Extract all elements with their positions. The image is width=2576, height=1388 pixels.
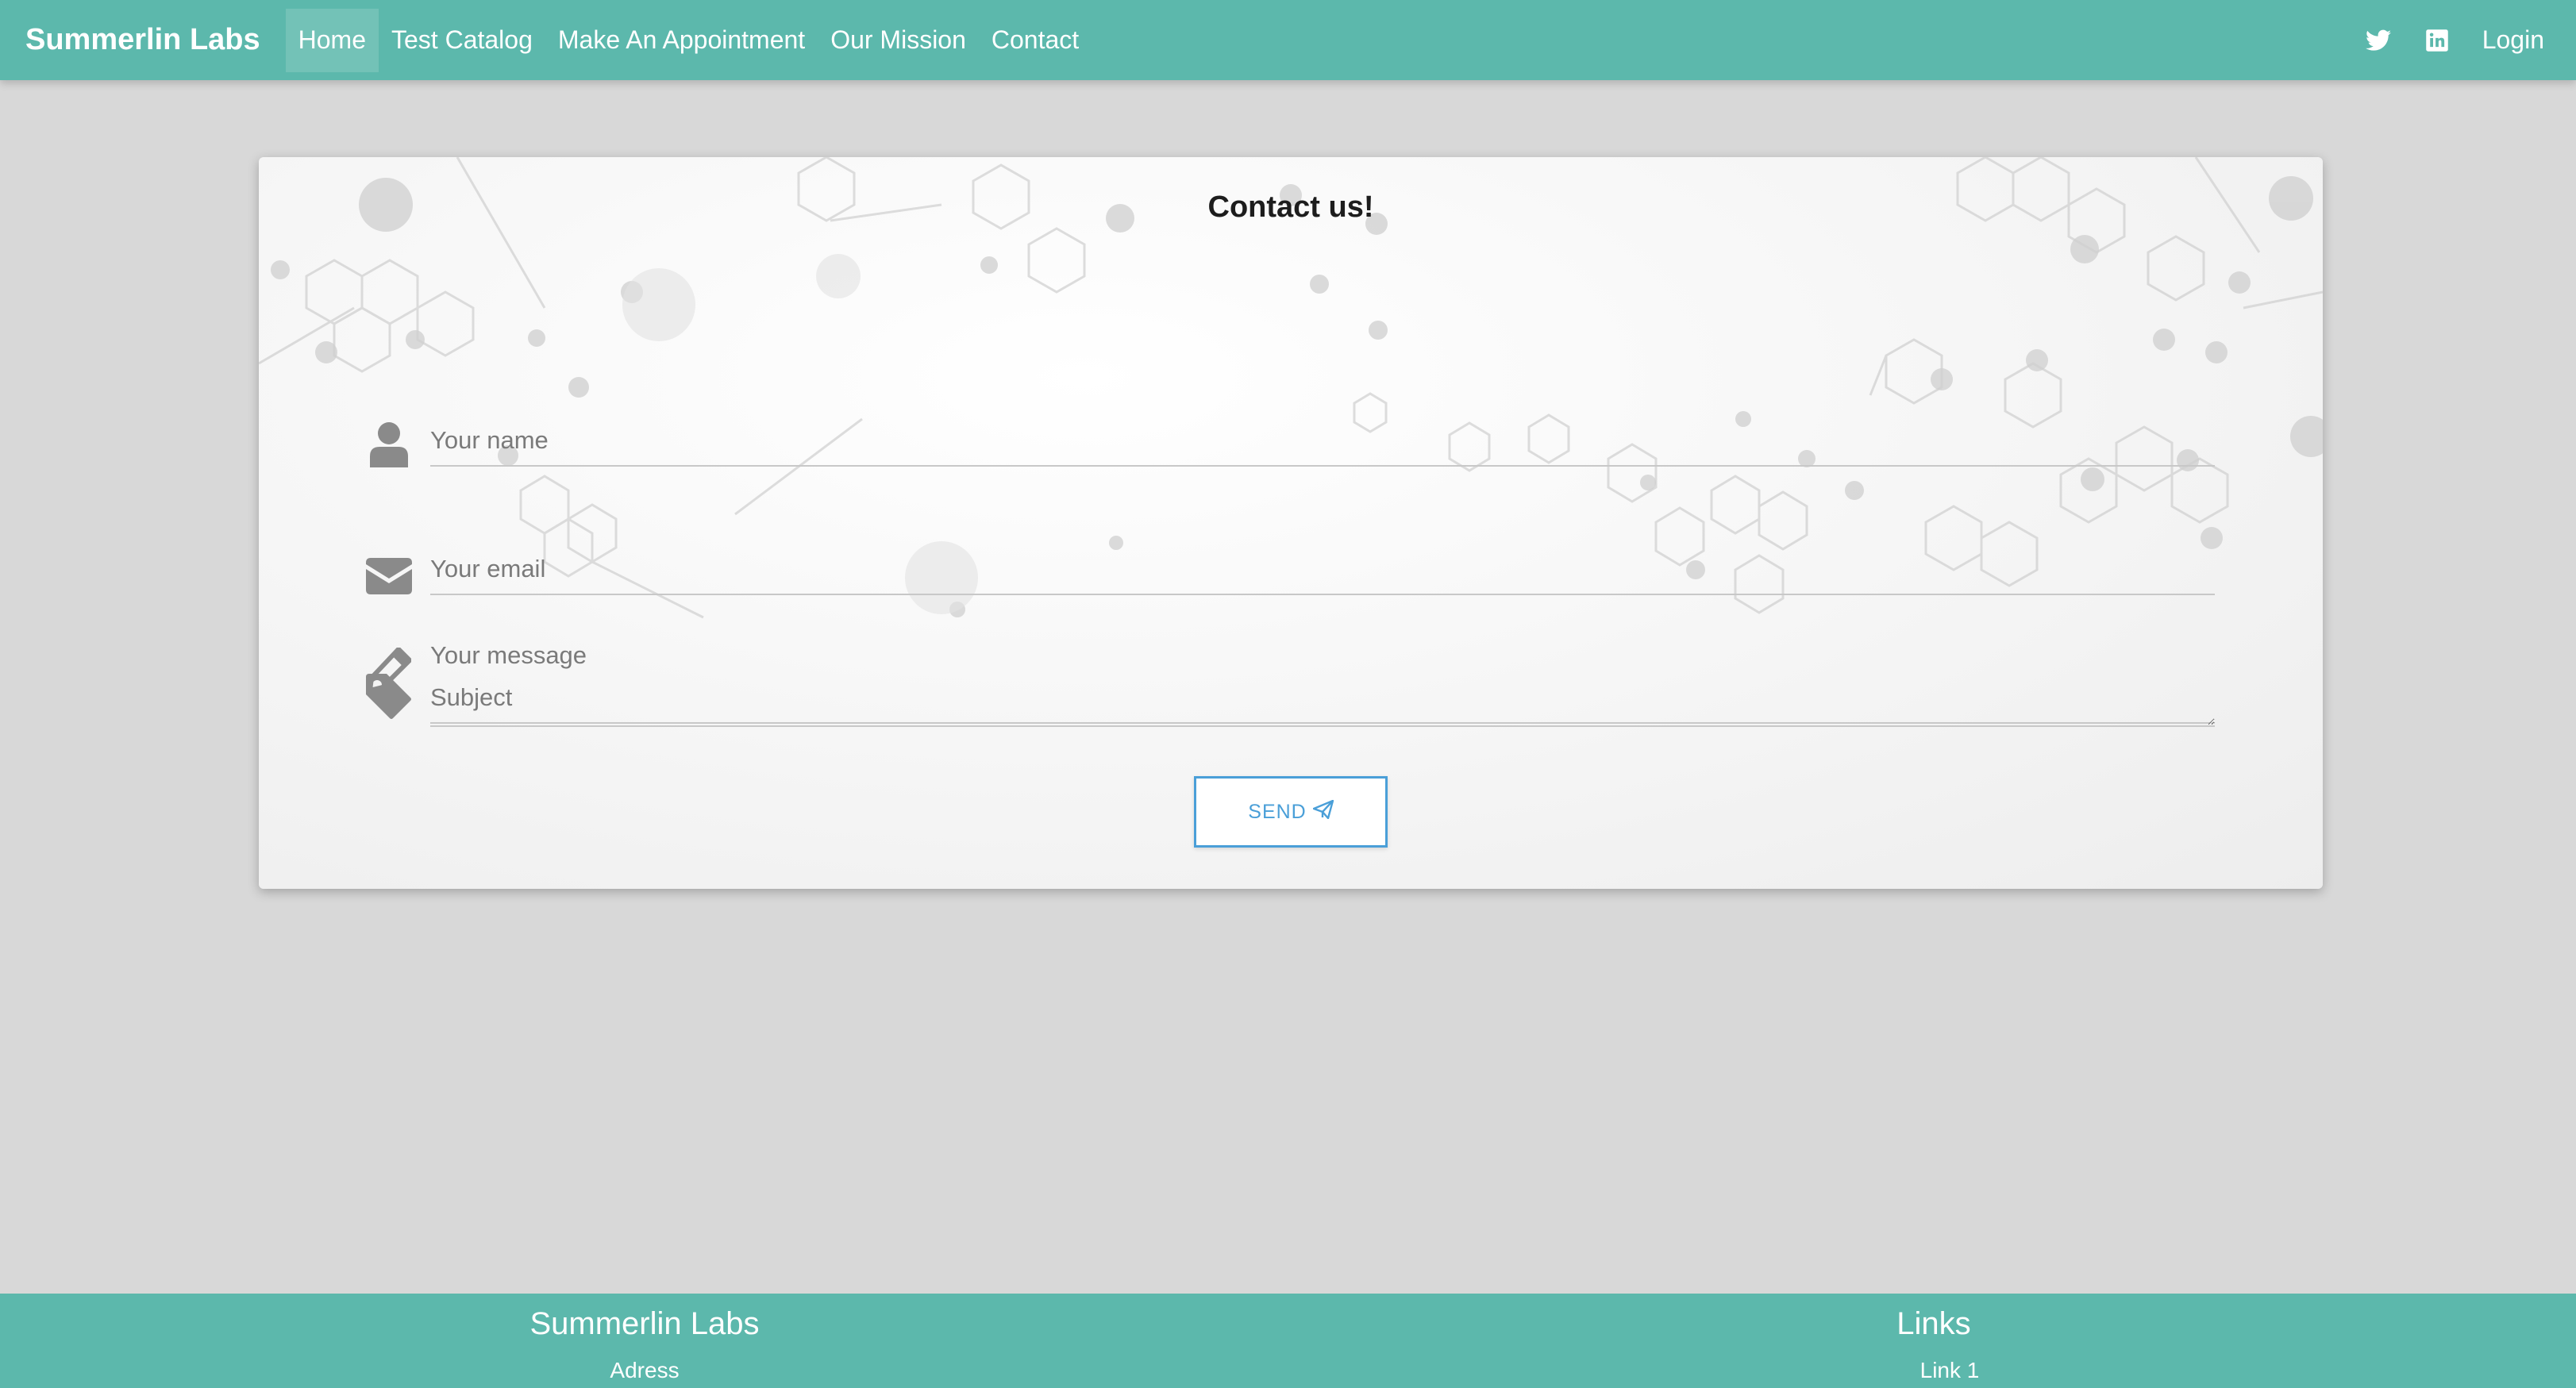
footer-brand-column: Summerlin Labs Adress [486, 1306, 803, 1383]
footer-link-1[interactable]: Link 1 [1807, 1358, 2093, 1383]
nav-right: Login [2365, 0, 2544, 80]
nav-links: Home Test Catalog Make An Appointment Ou… [285, 0, 1092, 80]
pencil-icon [365, 646, 413, 694]
login-link[interactable]: Login [2482, 25, 2544, 55]
brand-logo-text[interactable]: Summerlin Labs [25, 23, 260, 57]
top-navbar: Summerlin Labs Home Test Catalog Make An… [0, 0, 2576, 80]
email-input[interactable] [430, 544, 2215, 595]
send-button-label: SEND [1248, 800, 1307, 823]
contact-title: Contact us! [1207, 190, 1374, 224]
send-button[interactable]: SEND [1194, 776, 1388, 848]
footer-links-title: Links [1896, 1306, 1971, 1341]
footer-address: Adress [610, 1358, 680, 1382]
linkedin-icon[interactable] [2424, 27, 2451, 54]
envelope-icon [365, 552, 413, 600]
nav-item-test-catalog[interactable]: Test Catalog [379, 9, 545, 72]
twitter-icon[interactable] [2365, 27, 2392, 54]
contact-card: Contact us! Your name Your email Subject… [259, 157, 2323, 889]
nav-item-contact[interactable]: Contact [979, 9, 1092, 72]
paper-plane-icon [1312, 799, 1334, 825]
nav-item-our-mission[interactable]: Our Mission [818, 9, 979, 72]
footer-links-column: Links Link 1 [1775, 1306, 2093, 1383]
name-input[interactable] [430, 416, 2215, 467]
nav-item-make-appointment[interactable]: Make An Appointment [545, 9, 818, 72]
nav-item-home[interactable]: Home [285, 8, 379, 72]
footer: Summerlin Labs Adress Links Link 1 [0, 1294, 2576, 1388]
user-icon [365, 421, 413, 468]
footer-brand-title: Summerlin Labs [529, 1306, 760, 1341]
message-textarea[interactable] [430, 638, 2215, 727]
